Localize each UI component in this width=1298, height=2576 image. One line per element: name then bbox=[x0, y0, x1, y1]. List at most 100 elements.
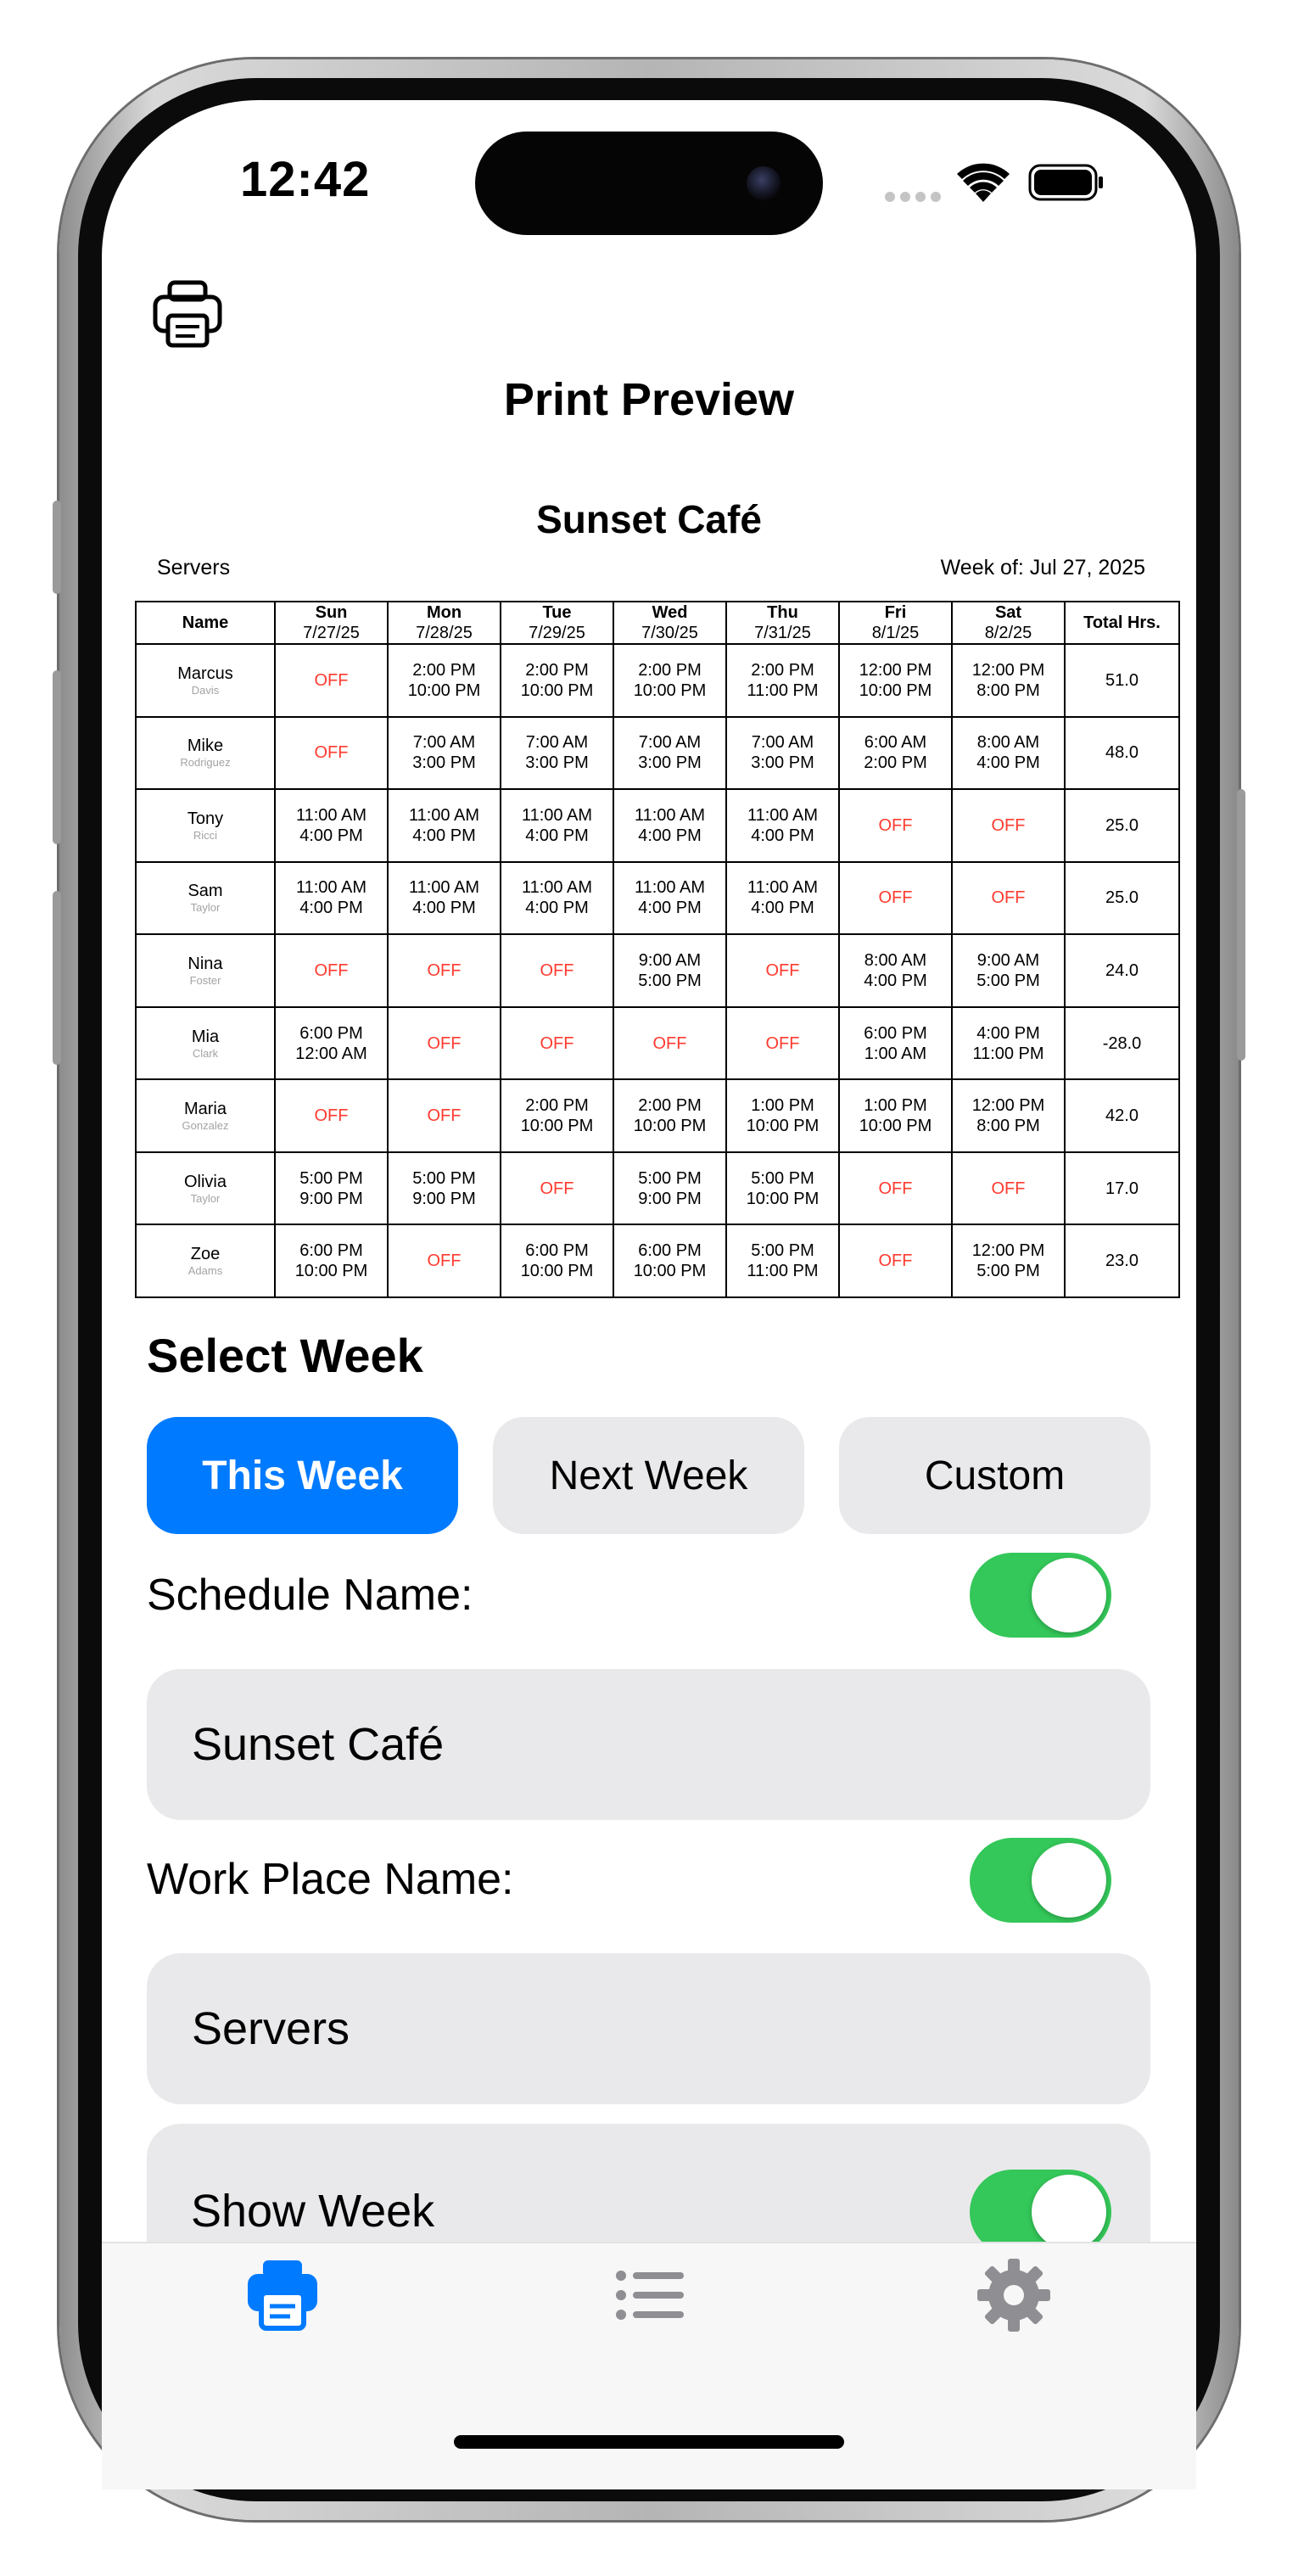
employee-name-cell: Marcus Davis bbox=[135, 643, 276, 718]
shift-time: 9:00 AM bbox=[976, 950, 1040, 970]
shift-time: 11:00 AM bbox=[634, 878, 706, 898]
page-title: Print Preview bbox=[503, 374, 795, 425]
shift-cell: 7:00 AM 3:00 PM bbox=[387, 715, 501, 791]
shift-time: 10:00 PM bbox=[294, 1262, 368, 1281]
off-label: OFF bbox=[540, 1033, 574, 1053]
shift-cell: OFF bbox=[274, 643, 389, 718]
off-label: OFF bbox=[991, 1179, 1026, 1198]
schedule-name-field[interactable]: Sunset Café bbox=[147, 1669, 1150, 1820]
shift-cell: 11:00 AM 4:00 PM bbox=[387, 788, 501, 863]
schedule-name-toggle[interactable] bbox=[970, 1553, 1111, 1638]
shift-time: 10:00 PM bbox=[859, 1117, 932, 1136]
shift-time: 2:00 PM bbox=[412, 660, 476, 680]
column-header-thu: Thu 7/31/25 bbox=[725, 601, 840, 645]
shift-time: 4:00 PM bbox=[751, 826, 814, 845]
total-hours-cell: 51.0 bbox=[1064, 643, 1180, 718]
shift-cell: 5:00 PM 11:00 PM bbox=[725, 1224, 840, 1298]
off-label: OFF bbox=[878, 1252, 913, 1271]
shift-cell: 11:00 AM 4:00 PM bbox=[274, 788, 389, 863]
shift-time: 12:00 PM bbox=[971, 660, 1045, 680]
shift-cell: OFF bbox=[838, 1224, 953, 1298]
shift-time: 8:00 AM bbox=[976, 733, 1040, 753]
shift-cell: OFF bbox=[274, 933, 389, 1008]
column-header-wed: Wed 7/30/25 bbox=[613, 601, 727, 645]
shift-cell: 11:00 AM 4:00 PM bbox=[387, 860, 501, 936]
tab-settings[interactable] bbox=[976, 2257, 1052, 2333]
off-label: OFF bbox=[878, 888, 913, 908]
shift-time: 4:00 PM bbox=[638, 899, 702, 918]
tab-list[interactable] bbox=[613, 2257, 689, 2333]
employee-first-name: Nina bbox=[187, 954, 223, 973]
work-place-name-field[interactable]: Servers bbox=[147, 1953, 1150, 2104]
shift-time: 5:00 PM bbox=[751, 1241, 814, 1261]
print-button[interactable] bbox=[153, 280, 222, 348]
shift-cell: OFF bbox=[725, 1005, 840, 1081]
shift-time: 9:00 PM bbox=[638, 1189, 702, 1208]
shift-time: 4:00 PM bbox=[976, 1023, 1040, 1043]
tab-print[interactable] bbox=[244, 2257, 321, 2333]
shift-time: 6:00 PM bbox=[299, 1023, 363, 1043]
employee-first-name: Tony bbox=[187, 809, 224, 828]
shift-time: 11:00 AM bbox=[747, 878, 819, 898]
signal-icon bbox=[885, 192, 941, 202]
status-time: 12:42 bbox=[240, 152, 371, 207]
shift-time: 9:00 PM bbox=[412, 1189, 476, 1208]
shift-time: 5:00 PM bbox=[638, 971, 702, 990]
shift-time: 4:00 PM bbox=[412, 826, 476, 845]
shift-cell: 4:00 PM 11:00 PM bbox=[951, 1005, 1066, 1081]
volume-up-button bbox=[53, 670, 61, 844]
employee-last-name: Gonzalez bbox=[182, 1119, 229, 1133]
shift-time: 1:00 AM bbox=[864, 1044, 927, 1063]
shift-cell: 2:00 PM 10:00 PM bbox=[500, 643, 614, 718]
employee-name-cell: Tony Ricci bbox=[135, 788, 276, 863]
employee-name-cell: Nina Foster bbox=[135, 933, 276, 1008]
off-label: OFF bbox=[765, 960, 800, 980]
shift-time: 4:00 PM bbox=[299, 826, 363, 845]
shift-cell: OFF bbox=[951, 1151, 1066, 1226]
shift-cell: OFF bbox=[725, 933, 840, 1008]
shift-cell: OFF bbox=[500, 1005, 614, 1081]
shift-cell: OFF bbox=[838, 788, 953, 863]
shift-cell: 12:00 PM 8:00 PM bbox=[951, 643, 1066, 718]
shift-time: 10:00 PM bbox=[746, 1189, 820, 1208]
shift-cell: OFF bbox=[387, 1078, 501, 1153]
schedule-table-body: Marcus Davis OFF 2:00 PM 10:00 PM 2:00 PM 10:0… bbox=[135, 643, 1180, 1298]
off-label: OFF bbox=[314, 1106, 349, 1126]
shift-time: 7:00 AM bbox=[412, 733, 476, 753]
shift-time: 11:00 AM bbox=[408, 805, 480, 825]
this-week-button[interactable]: This Week bbox=[147, 1417, 458, 1534]
work-place-name-toggle[interactable] bbox=[970, 1838, 1111, 1923]
shift-time: 12:00 AM bbox=[295, 1044, 367, 1063]
shift-cell: OFF bbox=[274, 1078, 389, 1153]
shift-time: 6:00 PM bbox=[638, 1241, 702, 1261]
table-row: Nina Foster OFF OFF OFF 9:00 AM 5:00 PM OFF 8:00… bbox=[135, 933, 1180, 1008]
off-label: OFF bbox=[540, 960, 574, 980]
shift-cell: 8:00 AM 4:00 PM bbox=[838, 933, 953, 1008]
shift-time: 8:00 PM bbox=[976, 680, 1040, 700]
shift-time: 4:00 PM bbox=[525, 826, 589, 845]
shift-cell: 11:00 AM 4:00 PM bbox=[613, 860, 727, 936]
total-hours-cell: 48.0 bbox=[1064, 715, 1180, 791]
shift-cell: 12:00 PM 5:00 PM bbox=[951, 1224, 1066, 1298]
next-week-button[interactable]: Next Week bbox=[493, 1417, 804, 1534]
shift-time: 8:00 AM bbox=[864, 950, 927, 970]
shift-cell: 1:00 PM 10:00 PM bbox=[725, 1078, 840, 1153]
shift-time: 12:00 PM bbox=[971, 1096, 1045, 1116]
shift-cell: 11:00 AM 4:00 PM bbox=[725, 860, 840, 936]
shift-time: 7:00 AM bbox=[638, 733, 702, 753]
shift-cell: 5:00 PM 10:00 PM bbox=[725, 1151, 840, 1226]
shift-time: 11:00 AM bbox=[521, 878, 593, 898]
shift-cell: OFF bbox=[387, 1005, 501, 1081]
shift-time: 5:00 PM bbox=[299, 1168, 363, 1188]
shift-time: 2:00 PM bbox=[525, 1096, 589, 1116]
shift-cell: OFF bbox=[387, 1224, 501, 1298]
shift-cell: 7:00 AM 3:00 PM bbox=[500, 715, 614, 791]
shift-time: 11:00 PM bbox=[747, 680, 819, 700]
printer-icon bbox=[248, 2260, 317, 2331]
total-hours-cell: 42.0 bbox=[1064, 1078, 1180, 1153]
shift-time: 5:00 PM bbox=[976, 1262, 1040, 1281]
custom-week-button[interactable]: Custom bbox=[839, 1417, 1150, 1534]
shift-time: 3:00 PM bbox=[638, 753, 702, 773]
shift-time: 2:00 PM bbox=[751, 660, 814, 680]
employee-name-cell: Maria Gonzalez bbox=[135, 1078, 276, 1153]
